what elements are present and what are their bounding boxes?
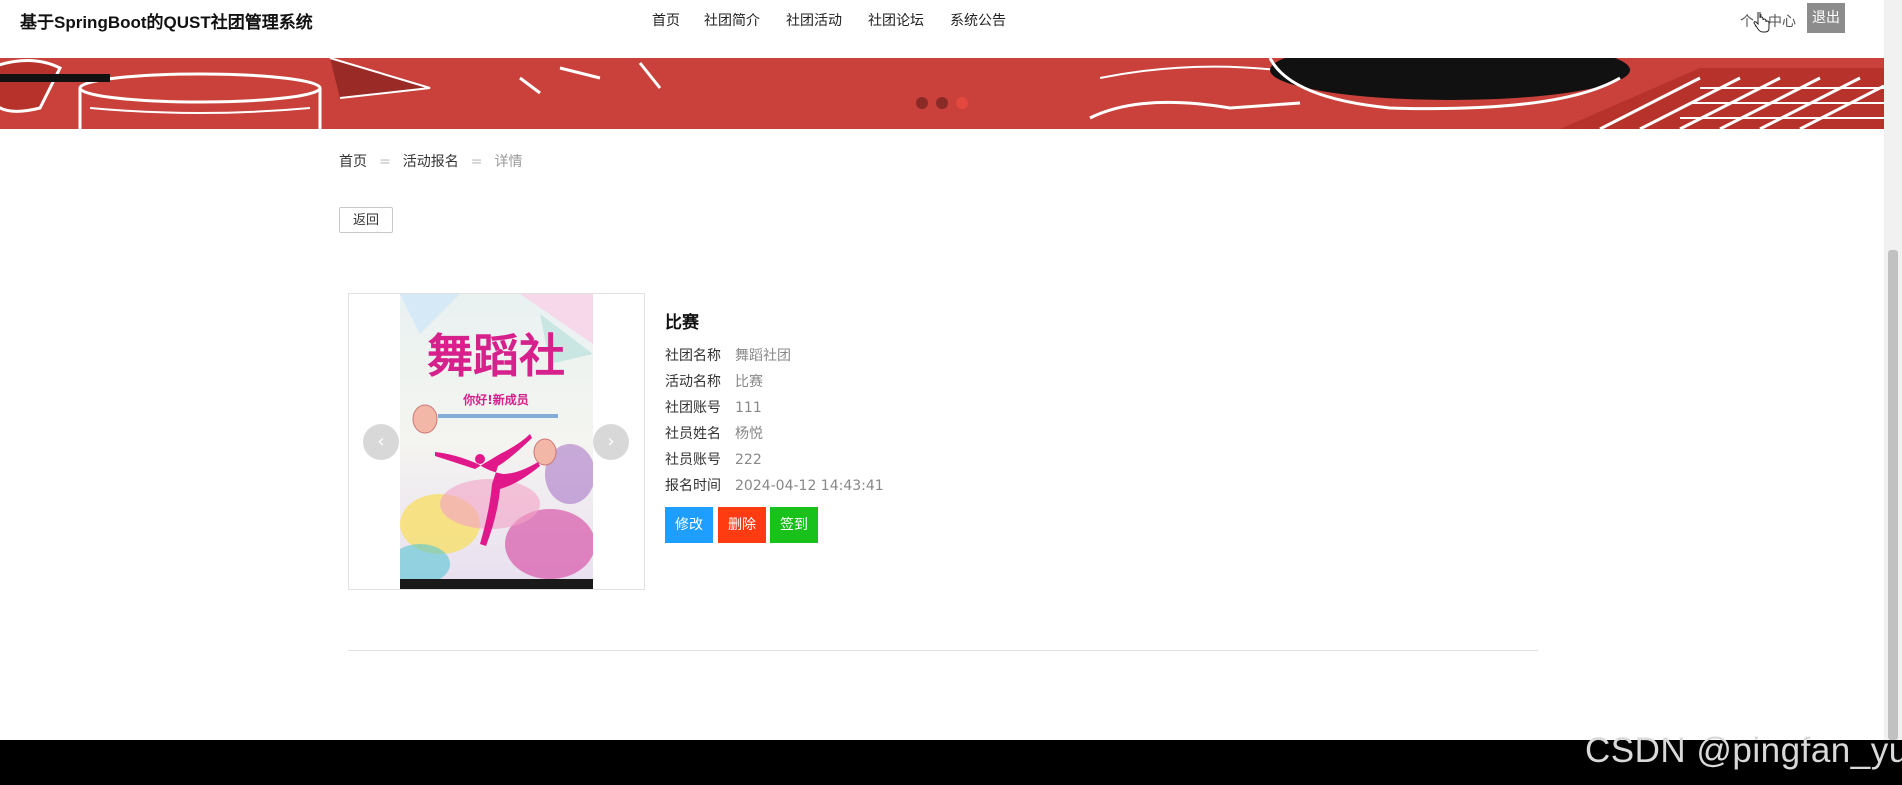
field-signup-time: 报名时间 2024-04-12 14:43:41 xyxy=(665,475,884,495)
carousel-prev-button[interactable]: ‹ xyxy=(363,424,399,460)
logout-button[interactable]: 退出 xyxy=(1807,3,1845,33)
field-member-name: 社员姓名 杨悦 xyxy=(665,423,763,443)
field-value: 杨悦 xyxy=(735,426,763,442)
field-member-account: 社员账号 222 xyxy=(665,449,762,469)
field-label: 社员账号 xyxy=(665,452,721,468)
poster-title: 舞蹈社 xyxy=(427,329,565,383)
scrollbar-thumb[interactable] xyxy=(1888,250,1898,740)
field-value: 比赛 xyxy=(735,374,763,390)
carousel-dot-1[interactable] xyxy=(916,97,928,109)
breadcrumb-home[interactable]: 首页 xyxy=(339,154,367,170)
image-carousel: 舞蹈社 你好!新成员 ‹ › xyxy=(348,293,645,590)
edit-button[interactable]: 修改 xyxy=(665,507,713,543)
delete-button[interactable]: 删除 xyxy=(718,507,766,543)
field-value: 2024-04-12 14:43:41 xyxy=(735,478,884,494)
main-nav: 首页 社团简介 社团活动 社团论坛 系统公告 xyxy=(652,10,1006,30)
page-scrollbar[interactable] xyxy=(1884,0,1902,740)
top-header: 基于SpringBoot的QUST社团管理系统 首页 社团简介 社团活动 社团论… xyxy=(0,0,1884,59)
site-title: 基于SpringBoot的QUST社团管理系统 xyxy=(20,13,313,32)
poster-subtitle: 你好!新成员 xyxy=(462,392,528,407)
carousel-dots xyxy=(916,97,968,109)
field-value: 222 xyxy=(735,452,762,468)
field-value: 111 xyxy=(735,400,762,416)
sign-in-button[interactable]: 签到 xyxy=(770,507,818,543)
banner-carousel[interactable] xyxy=(0,58,1884,129)
back-button[interactable]: 返回 xyxy=(339,207,393,233)
nav-item-announcements[interactable]: 系统公告 xyxy=(950,10,1006,30)
nav-item-club-forum[interactable]: 社团论坛 xyxy=(868,10,924,30)
watermark: CSDN @pingfan_yu xyxy=(1585,731,1902,770)
carousel-dot-2[interactable] xyxy=(936,97,948,109)
field-label: 报名时间 xyxy=(665,478,721,494)
nav-item-club-intro[interactable]: 社团简介 xyxy=(704,10,760,30)
activity-poster: 舞蹈社 你好!新成员 xyxy=(400,294,593,589)
carousel-dot-3[interactable] xyxy=(956,97,968,109)
hand-cursor-icon xyxy=(1753,12,1770,33)
detail-title: 比赛 xyxy=(665,313,699,333)
field-club-name: 社团名称 舞蹈社团 xyxy=(665,345,791,365)
breadcrumb: 首页 = 活动报名 = 详情 xyxy=(339,151,522,171)
field-label: 活动名称 xyxy=(665,374,721,390)
field-value: 舞蹈社团 xyxy=(735,348,791,364)
carousel-next-button[interactable]: › xyxy=(593,424,629,460)
breadcrumb-current: 详情 xyxy=(494,154,523,170)
nav-item-home[interactable]: 首页 xyxy=(652,10,680,30)
nav-item-club-activities[interactable]: 社团活动 xyxy=(786,10,842,30)
field-label: 社团账号 xyxy=(665,400,721,416)
breadcrumb-separator: = xyxy=(379,154,391,170)
field-label: 社员姓名 xyxy=(665,426,721,442)
content-divider xyxy=(348,650,1538,651)
field-label: 社团名称 xyxy=(665,348,721,364)
field-activity-name: 活动名称 比赛 xyxy=(665,371,763,391)
field-club-account: 社团账号 111 xyxy=(665,397,762,417)
breadcrumb-separator: = xyxy=(470,154,483,170)
banner-illustration xyxy=(0,58,1884,129)
breadcrumb-section[interactable]: 活动报名 xyxy=(403,154,459,170)
